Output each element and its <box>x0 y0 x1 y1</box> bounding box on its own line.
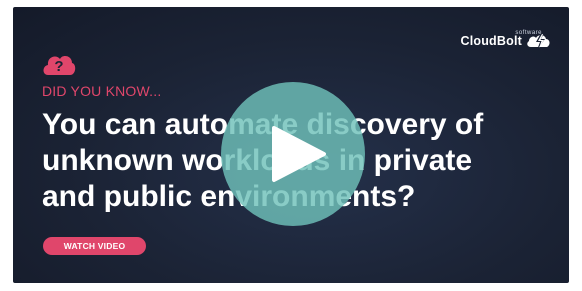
brand-name: CloudBolt <box>460 34 522 48</box>
brand-sub: software <box>515 30 542 36</box>
cloud-question-icon: ? <box>43 55 76 75</box>
video-card[interactable]: CloudBolt software ? DID YOU KNOW... You… <box>13 7 569 283</box>
svg-text:?: ? <box>54 58 63 75</box>
play-button[interactable] <box>221 82 365 226</box>
watch-video-button[interactable]: WATCH VIDEO <box>43 237 146 255</box>
play-icon <box>272 126 326 182</box>
eyebrow-text: DID YOU KNOW... <box>42 83 162 99</box>
